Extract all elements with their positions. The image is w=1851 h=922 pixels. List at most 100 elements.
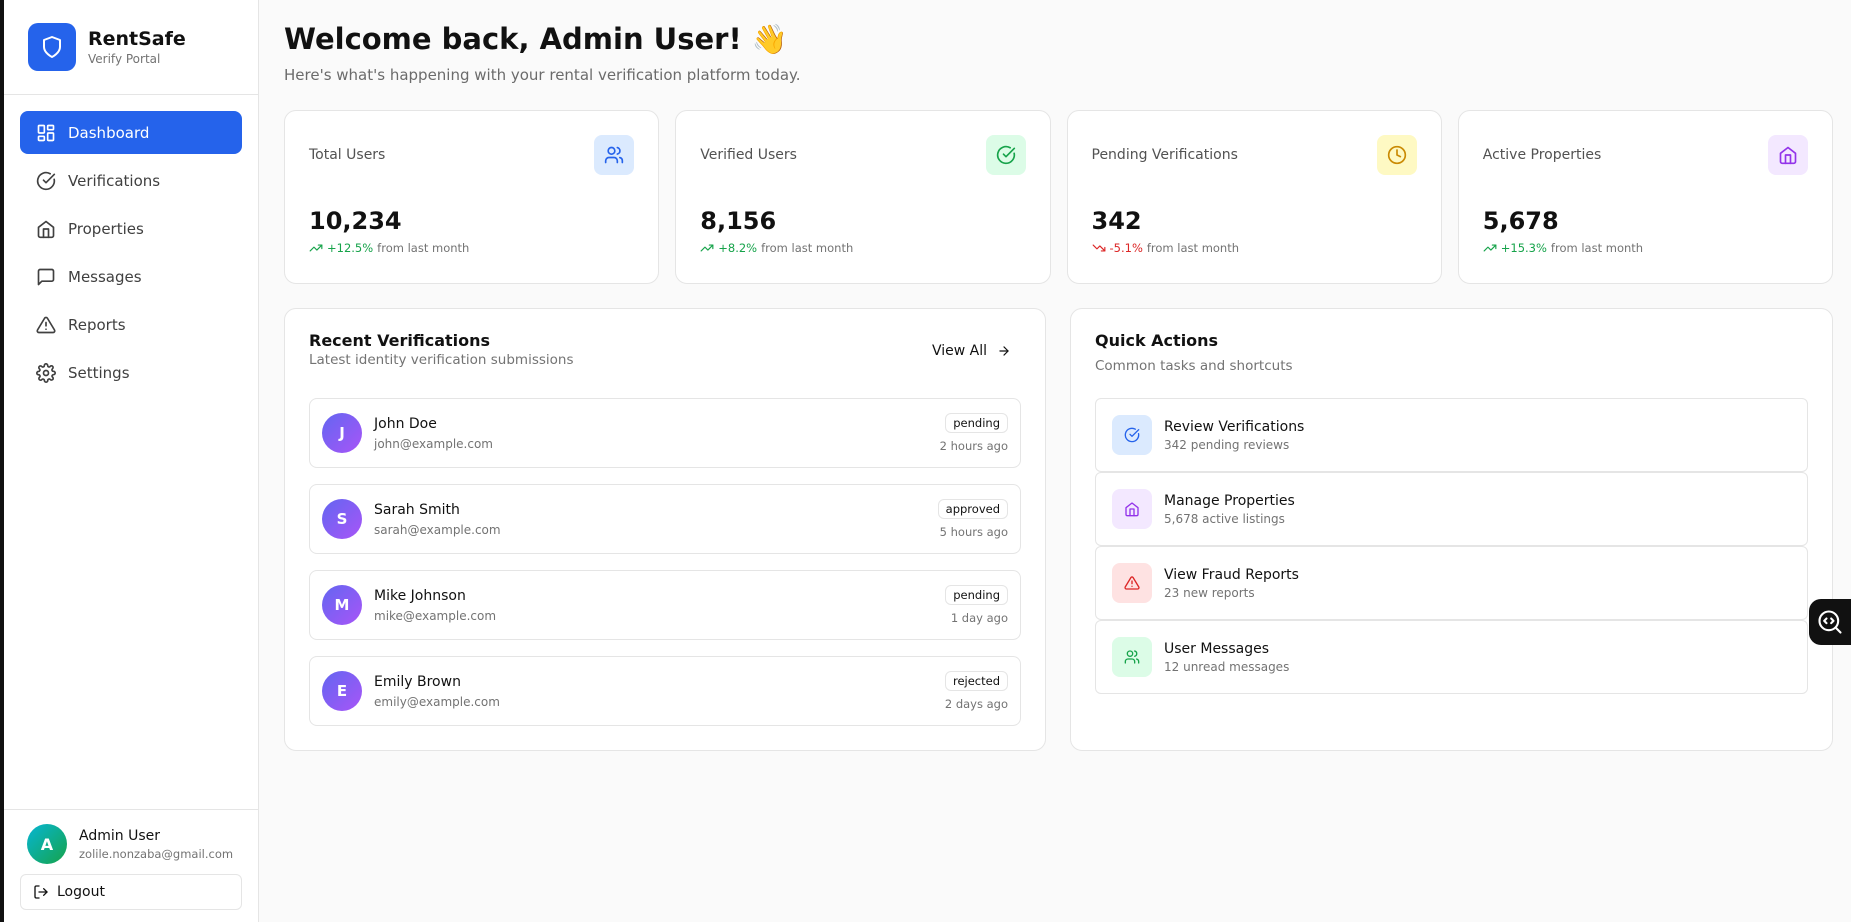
trend-note: from last month xyxy=(377,241,470,255)
trending-up-icon xyxy=(309,244,323,252)
brand-subtitle: Verify Portal xyxy=(88,52,161,66)
trend-value: +12.5% xyxy=(327,241,374,255)
verification-email: john@example.com xyxy=(374,436,493,451)
verification-time: 5 hours ago xyxy=(939,525,1008,539)
dev-tools-button[interactable] xyxy=(1809,599,1851,645)
trend-note: from last month xyxy=(1146,241,1240,255)
sidebar-item-label: Verifications xyxy=(68,171,161,190)
quick-actions-card: Quick Actions Common tasks and shortcuts… xyxy=(1070,308,1833,751)
stat-trend: +8.2% from last month xyxy=(700,241,1025,255)
view-all-label: View All xyxy=(931,343,987,359)
list-item[interactable]: E Emily Brown emily@example.com rejected… xyxy=(309,656,1021,726)
quick-action-subtitle: 23 new reports xyxy=(1164,585,1255,600)
stat-trend: -5.1% from last month xyxy=(1092,241,1417,255)
stat-value: 342 xyxy=(1091,207,1142,235)
quick-action-user-messages[interactable]: User Messages 12 unread messages xyxy=(1095,620,1808,694)
sidebar-item-messages[interactable]: Messages xyxy=(20,255,242,298)
stat-card-verified-users: Verified Users 8,156 +8.2% from last mon… xyxy=(675,110,1051,284)
verification-email: emily@example.com xyxy=(374,694,500,709)
sidebar-item-label: Settings xyxy=(68,363,130,382)
avatar: E xyxy=(322,671,362,711)
sidebar-item-label: Reports xyxy=(68,315,126,334)
verification-name: Emily Brown xyxy=(374,673,461,690)
sidebar-item-verifications[interactable]: Verifications xyxy=(20,159,242,202)
users-icon xyxy=(1112,637,1152,677)
stat-trend: +15.3% from last month xyxy=(1483,241,1808,255)
list-item[interactable]: M Mike Johnson mike@example.com pending … xyxy=(309,570,1021,640)
stat-label: Pending Verifications xyxy=(1091,147,1238,163)
sidebar-footer: A Admin User zolile.nonzaba@gmail.com Lo… xyxy=(4,809,258,922)
code-search-icon xyxy=(1818,610,1842,634)
user-email: zolile.nonzaba@gmail.com xyxy=(79,846,234,861)
recent-verifications-card: Recent Verifications Latest identity ver… xyxy=(284,308,1046,751)
status-badge: rejected xyxy=(944,671,1008,691)
content-grid: Recent Verifications Latest identity ver… xyxy=(284,308,1833,751)
quick-actions-list: Review Verifications 342 pending reviews… xyxy=(1095,398,1808,694)
stat-card-pending-verifications: Pending Verifications 342 -5.1% from las… xyxy=(1066,110,1442,284)
stat-value: 5,678 xyxy=(1482,207,1559,235)
trend-note: from last month xyxy=(761,241,854,255)
main-content: Welcome back, Admin User! 👋 Here's what'… xyxy=(259,0,1851,922)
status-badge: pending xyxy=(945,413,1008,433)
verification-name: Mike Johnson xyxy=(374,587,466,604)
brand-name: RentSafe xyxy=(88,28,186,50)
check-circle-icon xyxy=(985,135,1026,175)
avatar: J xyxy=(322,413,362,453)
sidebar-item-properties[interactable]: Properties xyxy=(20,207,242,250)
stat-label: Total Users xyxy=(309,147,386,163)
trend-value: +8.2% xyxy=(718,241,758,255)
view-all-button[interactable]: View All xyxy=(922,337,1021,365)
dashboard-icon xyxy=(37,124,55,141)
alert-triangle-icon xyxy=(1112,563,1152,603)
sidebar-item-label: Properties xyxy=(68,219,144,238)
avatar: S xyxy=(322,499,362,539)
message-icon xyxy=(37,268,55,285)
user-name: Admin User xyxy=(79,827,160,844)
quick-action-title: User Messages xyxy=(1164,640,1270,657)
trend-value: -5.1% xyxy=(1109,241,1143,255)
avatar: A xyxy=(27,824,67,864)
verification-email: mike@example.com xyxy=(374,608,497,623)
stats-row: Total Users 10,234 +12.5% from last mont… xyxy=(284,110,1833,284)
quick-action-view-fraud-reports[interactable]: View Fraud Reports 23 new reports xyxy=(1095,546,1808,620)
quick-action-manage-properties[interactable]: Manage Properties 5,678 active listings xyxy=(1095,472,1808,546)
logout-icon xyxy=(34,885,48,899)
card-title: Recent Verifications xyxy=(309,331,491,350)
logout-button[interactable]: Logout xyxy=(20,874,242,910)
stat-value: 10,234 xyxy=(309,207,402,235)
users-icon xyxy=(594,135,635,175)
shield-icon xyxy=(28,23,76,71)
verification-time: 1 day ago xyxy=(950,611,1008,625)
sidebar-item-reports[interactable]: Reports xyxy=(20,303,242,346)
verification-name: Sarah Smith xyxy=(374,501,460,518)
quick-action-subtitle: 5,678 active listings xyxy=(1164,511,1285,526)
verification-list: J John Doe john@example.com pending 2 ho… xyxy=(309,398,1021,726)
verification-email: sarah@example.com xyxy=(374,522,501,537)
sidebar-item-dashboard[interactable]: Dashboard xyxy=(20,111,242,154)
verification-name: John Doe xyxy=(374,415,437,432)
card-title: Quick Actions xyxy=(1095,331,1219,350)
list-item[interactable]: S Sarah Smith sarah@example.com approved… xyxy=(309,484,1021,554)
trend-value: +15.3% xyxy=(1500,241,1547,255)
status-badge: approved xyxy=(937,499,1008,519)
list-item[interactable]: J John Doe john@example.com pending 2 ho… xyxy=(309,398,1021,468)
quick-action-title: Review Verifications xyxy=(1164,418,1305,435)
card-subtitle: Latest identity verification submissions xyxy=(309,352,574,368)
clock-icon xyxy=(1376,135,1417,175)
check-circle-icon xyxy=(36,171,56,190)
brand: RentSafe Verify Portal xyxy=(4,0,258,95)
stat-card-total-users: Total Users 10,234 +12.5% from last mont… xyxy=(284,110,660,284)
gear-icon xyxy=(36,362,56,383)
user-profile: A Admin User zolile.nonzaba@gmail.com xyxy=(20,824,242,864)
alert-triangle-icon xyxy=(36,316,56,333)
quick-action-title: Manage Properties xyxy=(1164,492,1295,509)
home-icon xyxy=(1112,489,1152,529)
sidebar-nav: Dashboard Verifications Properties Messa… xyxy=(4,95,258,809)
sidebar-item-settings[interactable]: Settings xyxy=(20,351,242,394)
trending-down-icon xyxy=(1092,244,1105,252)
verification-time: 2 hours ago xyxy=(939,439,1008,453)
quick-action-subtitle: 342 pending reviews xyxy=(1164,437,1290,452)
stat-trend: +12.5% from last month xyxy=(309,241,634,255)
quick-action-review-verifications[interactable]: Review Verifications 342 pending reviews xyxy=(1095,398,1808,472)
trend-note: from last month xyxy=(1550,241,1644,255)
